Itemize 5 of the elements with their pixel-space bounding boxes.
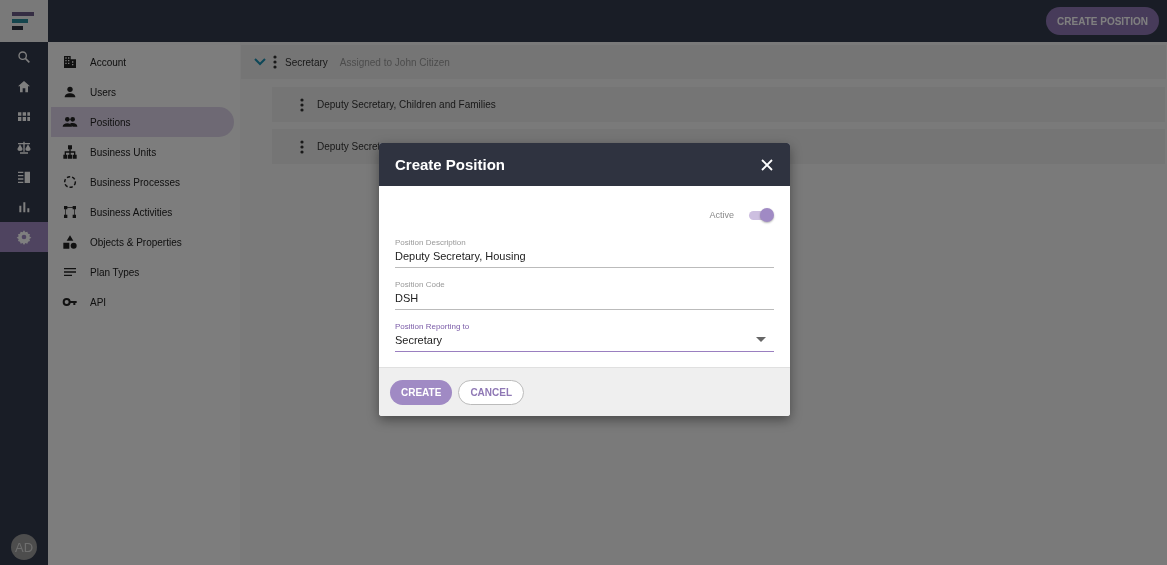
position-name: Deputy Secret <box>317 141 381 152</box>
dialog-title: Create Position <box>395 156 506 173</box>
position-name: Deputy Secretary, Children and Families <box>317 99 496 110</box>
position-name: Secretary <box>285 56 328 68</box>
toggle-label: Active <box>709 210 734 220</box>
